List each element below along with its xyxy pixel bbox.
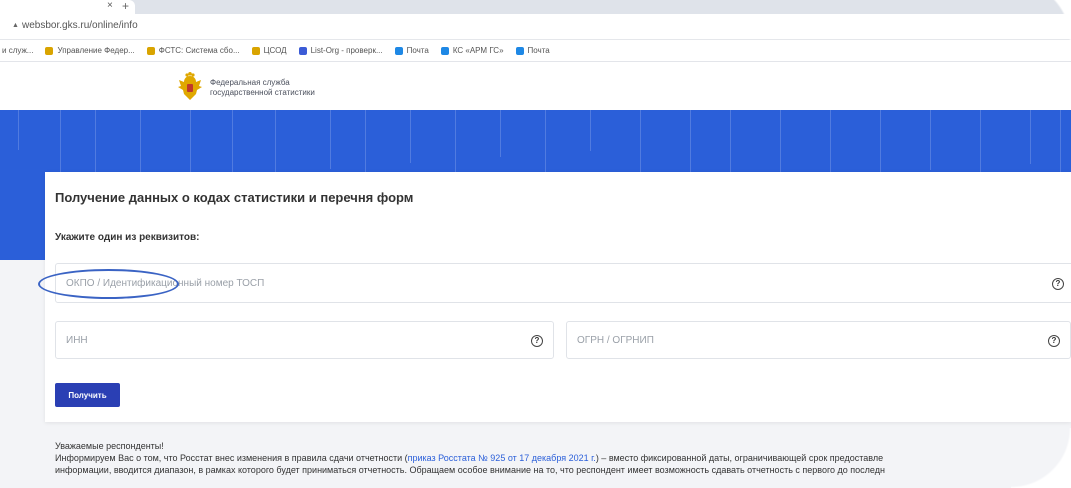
inn-field[interactable]: ?: [55, 321, 554, 359]
form-hint: Укажите один из реквизитов:: [55, 232, 200, 243]
banner-decoration: [18, 110, 19, 150]
banner-decoration: [1030, 110, 1031, 164]
annotation-ellipse: [38, 269, 179, 299]
banner-decoration: [140, 110, 141, 181]
mail-icon: [394, 46, 403, 55]
bookmark-label: КС «АРМ ГС»: [452, 46, 504, 55]
bookmark-item[interactable]: КС «АРМ ГС»: [440, 46, 504, 55]
bookmark-label: ФСТС: Система сбо...: [158, 46, 240, 55]
bookmark-item[interactable]: List-Org - проверк...: [298, 46, 383, 55]
banner-decoration: [330, 110, 331, 169]
banner-decoration: [410, 110, 411, 163]
double-headed-eagle-icon[interactable]: [176, 72, 204, 102]
site-header: [0, 62, 1071, 110]
screenshot-frame: × + ▲ websbor.gks.ru/online/info и служ.…: [0, 0, 1071, 488]
notice-line-2: информации, вводится диапазон, в рамках …: [55, 465, 885, 475]
bookmark-label: Почта: [406, 46, 429, 55]
photo-corner: [1011, 0, 1071, 40]
org-name-line-2: государственной статистики: [210, 88, 315, 97]
notice-greeting: Уважаемые респонденты!: [55, 441, 164, 451]
notice-text: Информируем Вас о том, что Росстат внес …: [55, 453, 408, 463]
mail-icon: [440, 46, 449, 55]
photo-corner: [1011, 428, 1071, 488]
inn-input[interactable]: [56, 322, 553, 358]
banner-decoration: [232, 110, 233, 175]
ogrn-field[interactable]: ?: [566, 321, 1071, 359]
org-name-line-1: Федеральная служба: [210, 78, 290, 87]
mail-icon: [515, 46, 524, 55]
bookmark-label: Почта: [527, 46, 550, 55]
emblem-icon: [146, 46, 155, 55]
browser-tab[interactable]: ×: [0, 0, 135, 14]
new-tab-icon[interactable]: +: [122, 0, 129, 13]
bookmark-item[interactable]: Почта: [515, 46, 550, 55]
bookmark-label: List-Org - проверк...: [310, 46, 383, 55]
notice: Уважаемые респонденты! Информируем Вас о…: [55, 440, 1065, 476]
bookmark-item[interactable]: и служ...: [2, 46, 33, 55]
order-link[interactable]: приказ Росстата № 925 от 17 декабря 2021…: [408, 453, 596, 463]
banner-decoration: [930, 110, 931, 170]
help-icon[interactable]: ?: [531, 335, 543, 347]
ogrn-input[interactable]: [567, 322, 1070, 358]
url-text[interactable]: websbor.gks.ru/online/info: [22, 20, 138, 31]
banner-decoration: [830, 110, 831, 176]
help-icon[interactable]: ?: [1052, 278, 1064, 290]
bookmark-item[interactable]: Управление Федер...: [45, 46, 135, 55]
banner-decoration: [500, 110, 501, 157]
emblem-icon: [45, 46, 54, 55]
bookmarks-bar: и служ... Управление Федер... ФСТС: Систем…: [0, 40, 1071, 62]
lock-icon: ▲: [12, 22, 19, 29]
address-bar[interactable]: ▲ websbor.gks.ru/online/info: [0, 14, 1071, 40]
bookmark-item[interactable]: ЦСОД: [251, 46, 287, 55]
bookmark-item[interactable]: Почта: [394, 46, 429, 55]
emblem-icon: [251, 46, 260, 55]
bookmark-label: и служ...: [2, 46, 34, 55]
listorg-icon: [298, 46, 307, 55]
tab-close-icon[interactable]: ×: [107, 0, 113, 11]
bookmark-label: ЦСОД: [263, 46, 287, 55]
browser-tabstrip: × +: [0, 0, 1071, 14]
notice-line-1: Информируем Вас о том, что Росстат внес …: [55, 452, 1065, 464]
org-name[interactable]: Федеральная служба государственной стати…: [210, 78, 315, 98]
form-title: Получение данных о кодах статистики и пе…: [55, 190, 414, 205]
help-icon[interactable]: ?: [1048, 335, 1060, 347]
submit-button[interactable]: Получить: [55, 383, 120, 407]
notice-text: ) – вместо фиксированной даты, ограничив…: [595, 453, 884, 463]
okpo-field[interactable]: ?: [55, 263, 1071, 303]
bookmark-label: Управление Федер...: [57, 46, 135, 55]
banner-decoration: [590, 110, 591, 151]
bookmark-item[interactable]: ФСТС: Система сбо...: [146, 46, 240, 55]
okpo-input[interactable]: [56, 264, 1071, 302]
